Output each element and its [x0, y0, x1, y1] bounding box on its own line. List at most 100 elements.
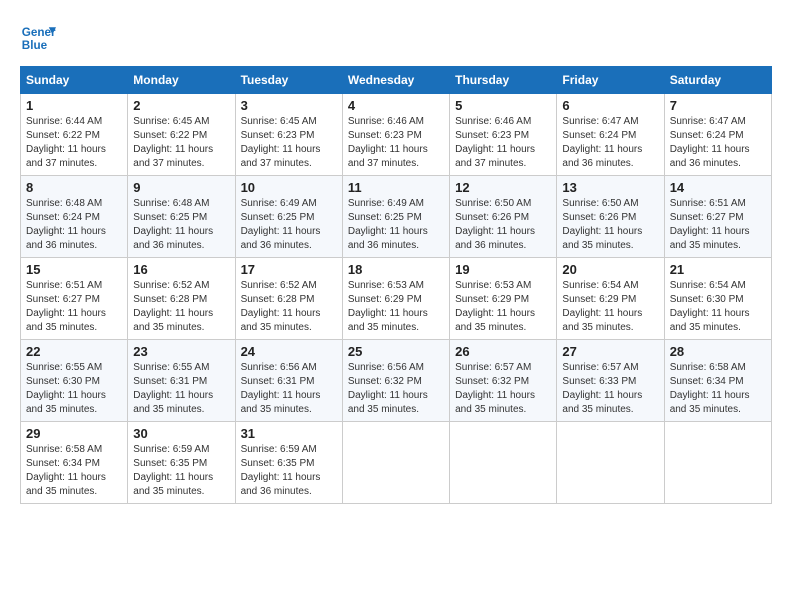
day-cell-21: 21 Sunrise: 6:54 AM Sunset: 6:30 PM Dayl…	[664, 258, 771, 340]
day-cell-2: 2 Sunrise: 6:45 AM Sunset: 6:22 PM Dayli…	[128, 94, 235, 176]
day-cell-29: 29 Sunrise: 6:58 AM Sunset: 6:34 PM Dayl…	[21, 422, 128, 504]
day-info: Sunrise: 6:56 AM Sunset: 6:31 PM Dayligh…	[241, 361, 337, 417]
day-cell-19: 19 Sunrise: 6:53 AM Sunset: 6:29 PM Dayl…	[450, 258, 557, 340]
calendar-week-5: 29 Sunrise: 6:58 AM Sunset: 6:34 PM Dayl…	[21, 422, 772, 504]
day-info: Sunrise: 6:57 AM Sunset: 6:32 PM Dayligh…	[455, 361, 551, 417]
day-info: Sunrise: 6:59 AM Sunset: 6:35 PM Dayligh…	[133, 443, 229, 499]
day-cell-3: 3 Sunrise: 6:45 AM Sunset: 6:23 PM Dayli…	[235, 94, 342, 176]
logo: General Blue	[20, 20, 56, 56]
day-info: Sunrise: 6:58 AM Sunset: 6:34 PM Dayligh…	[26, 443, 122, 499]
day-number: 9	[133, 180, 229, 195]
day-number: 23	[133, 344, 229, 359]
day-number: 31	[241, 426, 337, 441]
empty-cell	[342, 422, 449, 504]
empty-cell	[664, 422, 771, 504]
day-info: Sunrise: 6:58 AM Sunset: 6:34 PM Dayligh…	[670, 361, 766, 417]
day-info: Sunrise: 6:52 AM Sunset: 6:28 PM Dayligh…	[241, 279, 337, 335]
day-number: 5	[455, 98, 551, 113]
day-info: Sunrise: 6:50 AM Sunset: 6:26 PM Dayligh…	[562, 197, 658, 253]
day-number: 19	[455, 262, 551, 277]
day-cell-16: 16 Sunrise: 6:52 AM Sunset: 6:28 PM Dayl…	[128, 258, 235, 340]
day-number: 25	[348, 344, 444, 359]
logo-icon: General Blue	[20, 20, 56, 56]
day-header-sunday: Sunday	[21, 67, 128, 94]
day-cell-17: 17 Sunrise: 6:52 AM Sunset: 6:28 PM Dayl…	[235, 258, 342, 340]
day-cell-5: 5 Sunrise: 6:46 AM Sunset: 6:23 PM Dayli…	[450, 94, 557, 176]
day-number: 30	[133, 426, 229, 441]
day-cell-30: 30 Sunrise: 6:59 AM Sunset: 6:35 PM Dayl…	[128, 422, 235, 504]
day-header-saturday: Saturday	[664, 67, 771, 94]
day-number: 16	[133, 262, 229, 277]
empty-cell	[557, 422, 664, 504]
day-cell-15: 15 Sunrise: 6:51 AM Sunset: 6:27 PM Dayl…	[21, 258, 128, 340]
day-info: Sunrise: 6:48 AM Sunset: 6:25 PM Dayligh…	[133, 197, 229, 253]
day-info: Sunrise: 6:59 AM Sunset: 6:35 PM Dayligh…	[241, 443, 337, 499]
day-cell-10: 10 Sunrise: 6:49 AM Sunset: 6:25 PM Dayl…	[235, 176, 342, 258]
day-info: Sunrise: 6:51 AM Sunset: 6:27 PM Dayligh…	[26, 279, 122, 335]
day-cell-9: 9 Sunrise: 6:48 AM Sunset: 6:25 PM Dayli…	[128, 176, 235, 258]
day-cell-13: 13 Sunrise: 6:50 AM Sunset: 6:26 PM Dayl…	[557, 176, 664, 258]
day-number: 13	[562, 180, 658, 195]
day-info: Sunrise: 6:46 AM Sunset: 6:23 PM Dayligh…	[455, 115, 551, 171]
day-cell-31: 31 Sunrise: 6:59 AM Sunset: 6:35 PM Dayl…	[235, 422, 342, 504]
calendar-week-2: 8 Sunrise: 6:48 AM Sunset: 6:24 PM Dayli…	[21, 176, 772, 258]
calendar-week-1: 1 Sunrise: 6:44 AM Sunset: 6:22 PM Dayli…	[21, 94, 772, 176]
day-number: 22	[26, 344, 122, 359]
day-number: 8	[26, 180, 122, 195]
day-number: 15	[26, 262, 122, 277]
day-cell-23: 23 Sunrise: 6:55 AM Sunset: 6:31 PM Dayl…	[128, 340, 235, 422]
day-cell-8: 8 Sunrise: 6:48 AM Sunset: 6:24 PM Dayli…	[21, 176, 128, 258]
day-info: Sunrise: 6:56 AM Sunset: 6:32 PM Dayligh…	[348, 361, 444, 417]
day-cell-7: 7 Sunrise: 6:47 AM Sunset: 6:24 PM Dayli…	[664, 94, 771, 176]
day-info: Sunrise: 6:48 AM Sunset: 6:24 PM Dayligh…	[26, 197, 122, 253]
day-number: 7	[670, 98, 766, 113]
day-number: 21	[670, 262, 766, 277]
day-info: Sunrise: 6:47 AM Sunset: 6:24 PM Dayligh…	[562, 115, 658, 171]
day-info: Sunrise: 6:47 AM Sunset: 6:24 PM Dayligh…	[670, 115, 766, 171]
day-info: Sunrise: 6:45 AM Sunset: 6:22 PM Dayligh…	[133, 115, 229, 171]
day-cell-11: 11 Sunrise: 6:49 AM Sunset: 6:25 PM Dayl…	[342, 176, 449, 258]
day-number: 27	[562, 344, 658, 359]
day-info: Sunrise: 6:45 AM Sunset: 6:23 PM Dayligh…	[241, 115, 337, 171]
day-number: 10	[241, 180, 337, 195]
calendar-table: SundayMondayTuesdayWednesdayThursdayFrid…	[20, 66, 772, 504]
day-cell-14: 14 Sunrise: 6:51 AM Sunset: 6:27 PM Dayl…	[664, 176, 771, 258]
day-header-tuesday: Tuesday	[235, 67, 342, 94]
day-number: 18	[348, 262, 444, 277]
day-number: 4	[348, 98, 444, 113]
day-number: 2	[133, 98, 229, 113]
day-info: Sunrise: 6:53 AM Sunset: 6:29 PM Dayligh…	[455, 279, 551, 335]
day-info: Sunrise: 6:53 AM Sunset: 6:29 PM Dayligh…	[348, 279, 444, 335]
day-info: Sunrise: 6:55 AM Sunset: 6:30 PM Dayligh…	[26, 361, 122, 417]
day-cell-12: 12 Sunrise: 6:50 AM Sunset: 6:26 PM Dayl…	[450, 176, 557, 258]
day-info: Sunrise: 6:49 AM Sunset: 6:25 PM Dayligh…	[241, 197, 337, 253]
day-cell-4: 4 Sunrise: 6:46 AM Sunset: 6:23 PM Dayli…	[342, 94, 449, 176]
day-number: 1	[26, 98, 122, 113]
day-number: 12	[455, 180, 551, 195]
day-info: Sunrise: 6:49 AM Sunset: 6:25 PM Dayligh…	[348, 197, 444, 253]
day-number: 3	[241, 98, 337, 113]
day-info: Sunrise: 6:46 AM Sunset: 6:23 PM Dayligh…	[348, 115, 444, 171]
day-cell-1: 1 Sunrise: 6:44 AM Sunset: 6:22 PM Dayli…	[21, 94, 128, 176]
day-header-thursday: Thursday	[450, 67, 557, 94]
calendar-header-row: SundayMondayTuesdayWednesdayThursdayFrid…	[21, 67, 772, 94]
calendar-week-3: 15 Sunrise: 6:51 AM Sunset: 6:27 PM Dayl…	[21, 258, 772, 340]
day-info: Sunrise: 6:55 AM Sunset: 6:31 PM Dayligh…	[133, 361, 229, 417]
page-header: General Blue	[20, 20, 772, 56]
day-number: 20	[562, 262, 658, 277]
day-info: Sunrise: 6:52 AM Sunset: 6:28 PM Dayligh…	[133, 279, 229, 335]
svg-text:Blue: Blue	[22, 39, 48, 52]
day-number: 26	[455, 344, 551, 359]
day-cell-6: 6 Sunrise: 6:47 AM Sunset: 6:24 PM Dayli…	[557, 94, 664, 176]
day-info: Sunrise: 6:57 AM Sunset: 6:33 PM Dayligh…	[562, 361, 658, 417]
day-header-wednesday: Wednesday	[342, 67, 449, 94]
empty-cell	[450, 422, 557, 504]
day-cell-27: 27 Sunrise: 6:57 AM Sunset: 6:33 PM Dayl…	[557, 340, 664, 422]
day-number: 17	[241, 262, 337, 277]
day-number: 29	[26, 426, 122, 441]
day-info: Sunrise: 6:44 AM Sunset: 6:22 PM Dayligh…	[26, 115, 122, 171]
day-cell-24: 24 Sunrise: 6:56 AM Sunset: 6:31 PM Dayl…	[235, 340, 342, 422]
day-cell-26: 26 Sunrise: 6:57 AM Sunset: 6:32 PM Dayl…	[450, 340, 557, 422]
day-info: Sunrise: 6:51 AM Sunset: 6:27 PM Dayligh…	[670, 197, 766, 253]
calendar-week-4: 22 Sunrise: 6:55 AM Sunset: 6:30 PM Dayl…	[21, 340, 772, 422]
